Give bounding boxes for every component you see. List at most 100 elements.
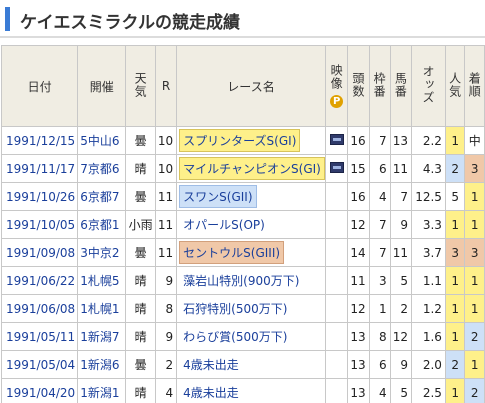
title-accent-bar [5,7,10,31]
cell-race: 4歳未出走 [176,378,326,403]
cell-venue: 6京都7 [77,182,127,211]
cell-horse-no: 5 [389,266,412,295]
cell-round: 11 [154,182,178,211]
col-header-frame[interactable]: 枠番 [368,45,391,127]
col-header-video-label: 映像 [329,64,344,90]
cell-venue: 7京都6 [77,154,127,183]
col-header-popularity[interactable]: 人気 [444,45,466,127]
race-link[interactable]: スワンS(GII) [179,185,257,208]
col-header-field-size[interactable]: 頭数 [347,45,370,127]
title-bar: ケイエスミラクルの競走成績 [0,0,485,38]
race-results-table: 日付 開催 天気 R レース名 映像 P 頭数 枠番 馬番 オッズ 人気 着順 … [0,45,485,403]
cell-finish: 1 [464,182,485,211]
race-link[interactable]: 石狩特別(500万下) [179,297,291,320]
video-icon[interactable] [329,161,344,173]
col-header-round[interactable]: R [154,45,178,127]
venue-link[interactable]: 3中京2 [80,246,119,260]
cell-odds: 1.6 [410,322,446,351]
cell-odds: 2.2 [410,126,446,155]
date-link[interactable]: 1991/10/05 [6,218,75,232]
cell-frame: 6 [368,154,391,183]
col-header-odds[interactable]: オッズ [410,45,446,127]
col-header-date[interactable]: 日付 [0,45,79,127]
race-link[interactable]: オパールS(OP) [179,213,269,236]
cell-popularity: 1 [444,126,466,155]
cell-race: わらび賞(500万下) [176,322,326,351]
venue-link[interactable]: 1札幌1 [80,302,119,316]
race-link[interactable]: マイルチャンピオンS(GI) [179,157,325,180]
table-row: 1991/05/11 1新潟7 晴 9 わらび賞(500万下) 13 8 12 1.6 1 2 [0,322,485,351]
date-link[interactable]: 1991/06/22 [6,274,75,288]
cell-frame: 4 [368,182,391,211]
cell-finish: 2 [464,322,485,351]
cell-race: スワンS(GII) [176,182,326,211]
cell-horse-no: 11 [389,154,412,183]
race-link[interactable]: わらび賞(500万下) [179,325,291,348]
title-divider [0,36,485,38]
venue-link[interactable]: 6京都7 [80,190,119,204]
date-link[interactable]: 1991/06/08 [6,302,75,316]
date-link[interactable]: 1991/09/08 [6,246,75,260]
col-header-finish-label: 着順 [467,71,482,98]
cell-finish: 1 [464,350,485,379]
cell-popularity: 1 [444,322,466,351]
cell-date: 1991/06/22 [0,266,79,295]
cell-field-size: 15 [347,154,370,183]
cell-race: セントウルS(GIII) [176,238,326,267]
date-link[interactable]: 1991/12/15 [6,134,75,148]
race-link[interactable]: セントウルS(GIII) [179,241,285,264]
col-header-finish[interactable]: 着順 [464,45,485,127]
cell-field-size: 13 [347,350,370,379]
cell-venue: 3中京2 [77,238,127,267]
cell-popularity: 1 [444,378,466,403]
cell-date: 1991/12/15 [0,126,79,155]
cell-weather: 小雨 [125,210,156,239]
race-link[interactable]: 藻岩山特別(900万下) [179,269,303,292]
cell-popularity: 3 [444,238,466,267]
cell-field-size: 14 [347,238,370,267]
table-row: 1991/10/26 6京都7 曇 11 スワンS(GII) 16 4 7 12.5 5 1 [0,182,485,211]
cell-finish: 3 [464,238,485,267]
table-row: 1991/06/08 1札幌1 晴 8 石狩特別(500万下) 12 1 2 1.2 1 1 [0,294,485,323]
cell-round: 9 [154,266,178,295]
date-link[interactable]: 1991/05/04 [6,358,75,372]
cell-popularity: 2 [444,154,466,183]
col-header-popularity-label: 人気 [447,71,462,98]
cell-horse-no: 9 [389,210,412,239]
venue-link[interactable]: 5中山6 [80,134,119,148]
venue-link[interactable]: 1新潟6 [80,358,119,372]
cell-round: 2 [154,350,178,379]
venue-link[interactable]: 6京都1 [80,218,119,232]
date-link[interactable]: 1991/05/11 [6,330,75,344]
venue-link[interactable]: 1新潟1 [80,386,119,400]
cell-date: 1991/10/26 [0,182,79,211]
race-link[interactable]: 4歳未出走 [179,381,243,403]
col-header-horse-no[interactable]: 馬番 [389,45,412,127]
cell-weather: 晴 [125,378,156,403]
cell-venue: 1新潟6 [77,350,127,379]
cell-date: 1991/11/17 [0,154,79,183]
venue-link[interactable]: 7京都6 [80,162,119,176]
cell-venue: 1新潟1 [77,378,127,403]
race-link[interactable]: 4歳未出走 [179,353,243,376]
date-link[interactable]: 1991/11/17 [6,162,75,176]
cell-frame: 3 [368,266,391,295]
cell-weather: 曇 [125,238,156,267]
col-header-race[interactable]: レース名 [176,45,326,127]
table-row: 1991/06/22 1札幌5 晴 9 藻岩山特別(900万下) 11 3 5 1.1 1 1 [0,266,485,295]
cell-frame: 7 [368,210,391,239]
col-header-venue[interactable]: 開催 [77,45,127,127]
cell-date: 1991/10/05 [0,210,79,239]
date-link[interactable]: 1991/04/20 [6,386,75,400]
date-link[interactable]: 1991/10/26 [6,190,75,204]
venue-link[interactable]: 1新潟7 [80,330,119,344]
cell-video [324,182,349,211]
cell-odds: 3.7 [410,238,446,267]
col-header-weather[interactable]: 天気 [125,45,156,127]
cell-weather: 晴 [125,322,156,351]
video-icon[interactable] [329,133,344,145]
table-row: 1991/05/04 1新潟6 曇 2 4歳未出走 13 6 9 2.0 2 1 [0,350,485,379]
race-link[interactable]: スプリンターズS(GI) [179,129,301,152]
venue-link[interactable]: 1札幌5 [80,274,119,288]
cell-horse-no: 7 [389,182,412,211]
